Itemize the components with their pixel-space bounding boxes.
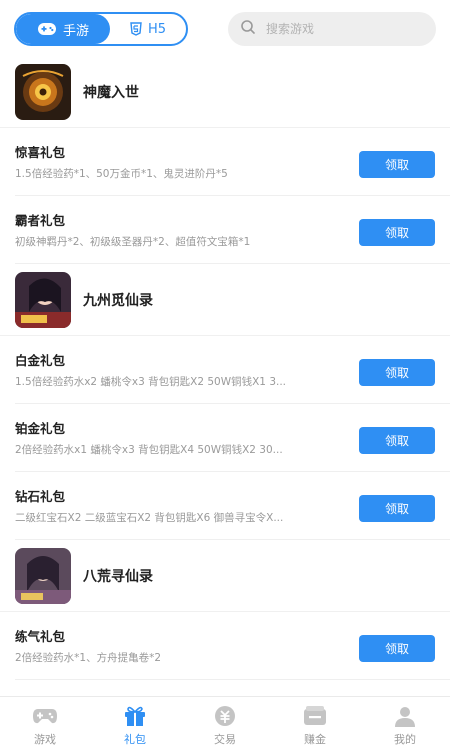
claim-button[interactable]: 领取 [359, 427, 435, 454]
gift-row: 白金礼包 1.5倍经验药水x2 蟠桃令x3 背包钥匙X2 50W铜钱X1 3..… [15, 336, 450, 404]
gift-description: 2倍经验药水x1 蟠桃令x3 背包钥匙X4 50W铜钱X2 30... [15, 444, 283, 456]
gift-row: 钻石礼包 二级红宝石X2 二级蓝宝石X2 背包钥匙X6 御兽寻宝令X... 领取 [15, 472, 450, 540]
nav-label: 礼包 [124, 733, 146, 746]
nav-item-earn[interactable]: 赚金 [270, 697, 360, 750]
game-header[interactable]: 八荒寻仙录 [0, 540, 450, 612]
tab-mobile-games[interactable]: 手游 [16, 14, 110, 44]
tab-h5[interactable]: H5 [110, 14, 186, 44]
nav-item-games[interactable]: 游戏 [0, 697, 90, 750]
nav-item-trade[interactable]: 交易 [180, 697, 270, 750]
gift-row: 霸者礼包 初级神羁丹*2、初级级圣器丹*2、超值符文宝箱*1 领取 [15, 196, 450, 264]
gift-icon [123, 703, 147, 729]
wallet-icon [302, 703, 328, 729]
h5-shield-icon [130, 22, 142, 36]
nav-label: 我的 [394, 733, 416, 746]
gift-description: 二级红宝石X2 二级蓝宝石X2 背包钥匙X6 御兽寻宝令X... [15, 512, 284, 524]
gift-description: 2倍经验药水*1、方舟提亀卷*2 [15, 652, 162, 664]
game-name: 八荒寻仙录 [83, 568, 153, 585]
gift-description: 初级神羁丹*2、初级级圣器丹*2、超值符文宝箱*1 [15, 236, 251, 248]
tab-label: H5 [147, 21, 167, 37]
game-header[interactable]: 九州觅仙录 [0, 264, 450, 336]
game-name: 神魔入世 [83, 84, 139, 101]
gift-title: 惊喜礼包 [15, 145, 66, 160]
gift-row: 惊喜礼包 1.5倍经验药*1、50万金币*1、鬼灵进阶丹*5 领取 [15, 128, 450, 196]
nav-label: 赚金 [304, 733, 326, 746]
trade-icon [213, 703, 237, 729]
gamepad-icon [37, 22, 57, 36]
claim-button[interactable]: 领取 [359, 495, 435, 522]
gift-row: 练气礼包 2倍经验药水*1、方舟提亀卷*2 领取 [15, 612, 450, 680]
claim-button[interactable]: 领取 [359, 359, 435, 386]
gift-title: 钻石礼包 [15, 489, 66, 504]
search-input[interactable] [266, 22, 416, 36]
nav-label: 交易 [214, 733, 236, 746]
claim-button[interactable]: 领取 [359, 635, 435, 662]
search-box[interactable] [228, 12, 436, 46]
gift-list: 神魔入世 惊喜礼包 1.5倍经验药*1、50万金币*1、鬼灵进阶丹*5 领取 霸… [0, 56, 450, 696]
platform-switch: 手游 H5 [14, 12, 188, 46]
gift-title: 霸者礼包 [15, 213, 66, 228]
game-art-icon [15, 547, 71, 604]
gift-row: 铂金礼包 2倍经验药水x1 蟠桃令x3 背包钥匙X4 50W铜钱X2 30...… [15, 404, 450, 472]
gift-title: 练气礼包 [15, 629, 66, 644]
gift-description: 1.5倍经验药水x2 蟠桃令x3 背包钥匙X2 50W铜钱X1 3... [15, 376, 287, 388]
game-name: 九州觅仙录 [83, 292, 153, 309]
bottom-nav: 游戏 礼包 交易 赚金 我的 [0, 696, 450, 750]
nav-label: 游戏 [34, 733, 56, 746]
gamepad-icon [32, 703, 58, 729]
nav-item-me[interactable]: 我的 [360, 697, 450, 750]
game-art-icon [15, 63, 71, 120]
gift-title: 白金礼包 [15, 353, 66, 368]
claim-button[interactable]: 领取 [359, 151, 435, 178]
game-header[interactable]: 神魔入世 [0, 56, 450, 128]
gift-title: 铂金礼包 [15, 421, 66, 436]
gift-description: 1.5倍经验药*1、50万金币*1、鬼灵进阶丹*5 [15, 168, 228, 180]
nav-item-gifts[interactable]: 礼包 [90, 697, 180, 750]
search-icon [240, 19, 256, 39]
game-art-icon [15, 271, 71, 328]
user-icon [393, 703, 417, 729]
claim-button[interactable]: 领取 [359, 219, 435, 246]
top-bar: 手游 H5 [0, 0, 450, 56]
tab-label: 手游 [62, 23, 89, 39]
